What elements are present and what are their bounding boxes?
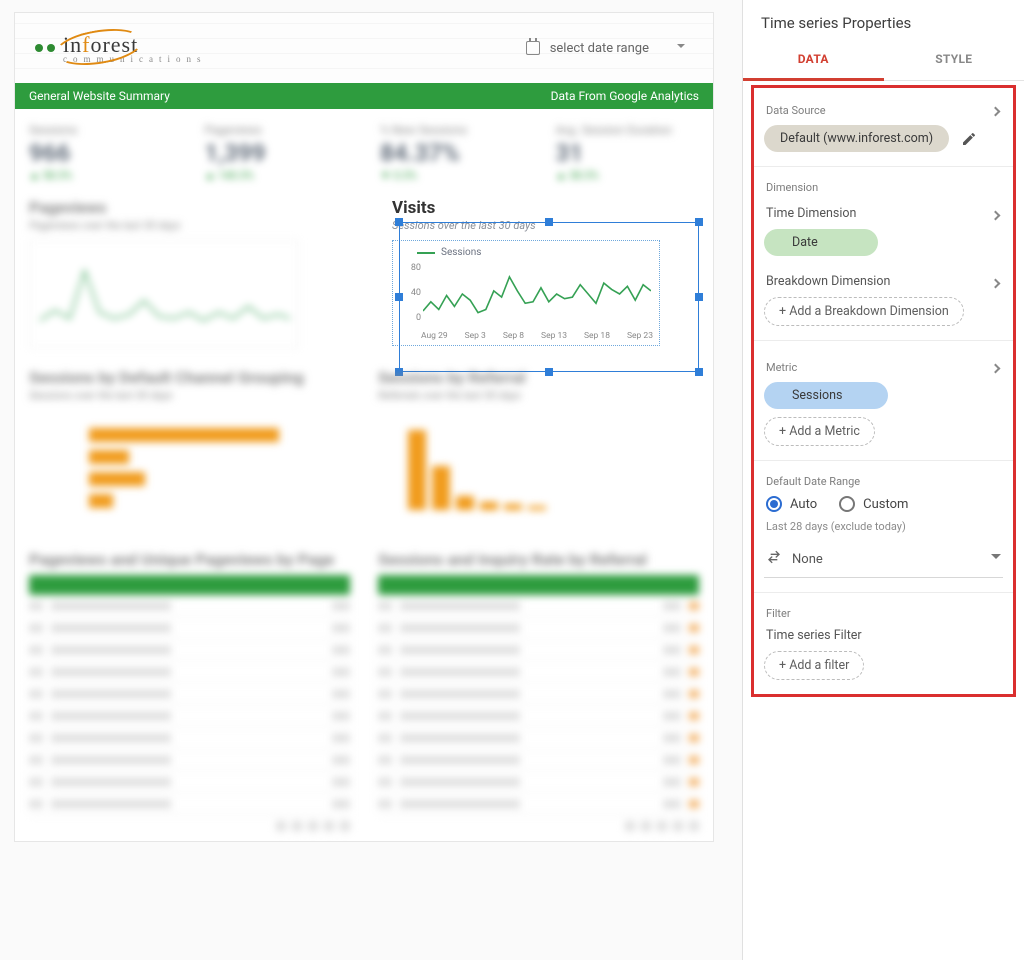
metric-chip[interactable]: Sessions [764,382,888,409]
add-breakdown-dimension-button[interactable]: + Add a Breakdown Dimension [764,297,964,326]
dimension-label: Dimension [766,181,1001,194]
logo: inforest communications [33,24,233,72]
time-dimension-chip[interactable]: Date [764,229,878,256]
chevron-right-icon[interactable] [991,211,1001,221]
properties-panel: Time series Properties DATA STYLE Data S… [742,0,1024,960]
data-tab-content: Data Source Default (www.inforest.com) D… [751,85,1016,697]
title-left: General Website Summary [29,89,170,103]
data-source-chip[interactable]: Default (www.inforest.com) [764,125,949,152]
radio-custom[interactable]: Custom [839,496,908,512]
visits-title: Visits [392,198,699,218]
compare-icon [766,549,782,569]
visits-panel[interactable]: Visits Sessions over the last 30 days Se… [378,188,713,356]
x-axis: Aug 29 Sep 3 Sep 8 Sep 13 Sep 18 Sep 23 [421,331,653,341]
chevron-right-icon[interactable] [991,279,1001,289]
chevron-right-icon[interactable] [991,107,1001,117]
scorecards-row: Sessions966▲ 58.3% Pageviews1,399▲ 140.3… [15,109,713,188]
pageviews-panel: Pageviews Pageviews over the last 30 day… [15,188,378,358]
calendar-icon [526,41,540,55]
breakdown-dimension-label: Breakdown Dimension [766,274,890,289]
resize-handle[interactable] [695,293,703,301]
filter-label: Filter [766,607,1001,620]
chevron-right-icon[interactable] [991,364,1001,374]
resize-handle[interactable] [395,368,403,376]
visits-subtitle: Sessions over the last 30 days [392,219,699,232]
tables-row: Pageviews and Unique Pageviews by Page [15,540,713,841]
data-source-label: Data Source [766,104,826,117]
report-canvas[interactable]: inforest communications select date rang… [0,0,742,960]
radio-auto[interactable]: Auto [766,496,817,512]
date-range-label: Default Date Range [766,475,1001,488]
resize-handle[interactable] [695,368,703,376]
title-right: Data From Google Analytics [551,89,699,103]
metric-label: Metric [766,361,797,374]
visits-chart[interactable]: Sessions 80 40 0 Au [392,240,660,346]
panel-title: Time series Properties [743,0,1024,42]
properties-tabs: DATA STYLE [743,42,1024,81]
edit-icon[interactable] [961,131,977,147]
date-range-picker[interactable]: select date range [516,35,695,62]
resize-handle[interactable] [545,368,553,376]
y-axis: 80 40 0 [399,263,421,323]
comparison-select[interactable]: None [764,543,1003,578]
chevron-down-icon [991,554,1001,564]
report-header: inforest communications select date rang… [15,13,713,83]
add-metric-button[interactable]: + Add a Metric [764,417,875,446]
bar-charts-row: Sessions by Default Channel Grouping Ses… [15,358,713,540]
tab-style[interactable]: STYLE [884,42,1024,80]
chevron-down-icon [677,44,685,52]
chart-legend: Sessions [417,247,653,258]
date-range-note: Last 28 days (exclude today) [766,520,1001,533]
filter-sub: Time series Filter [766,628,1001,643]
time-dimension-label: Time Dimension [766,206,856,221]
add-filter-button[interactable]: + Add a filter [764,651,864,680]
title-bar: General Website Summary Data From Google… [15,83,713,109]
date-range-label: select date range [550,41,649,56]
tab-data[interactable]: DATA [743,42,884,81]
comparison-value: None [792,552,823,567]
report-page: inforest communications select date rang… [14,12,714,842]
